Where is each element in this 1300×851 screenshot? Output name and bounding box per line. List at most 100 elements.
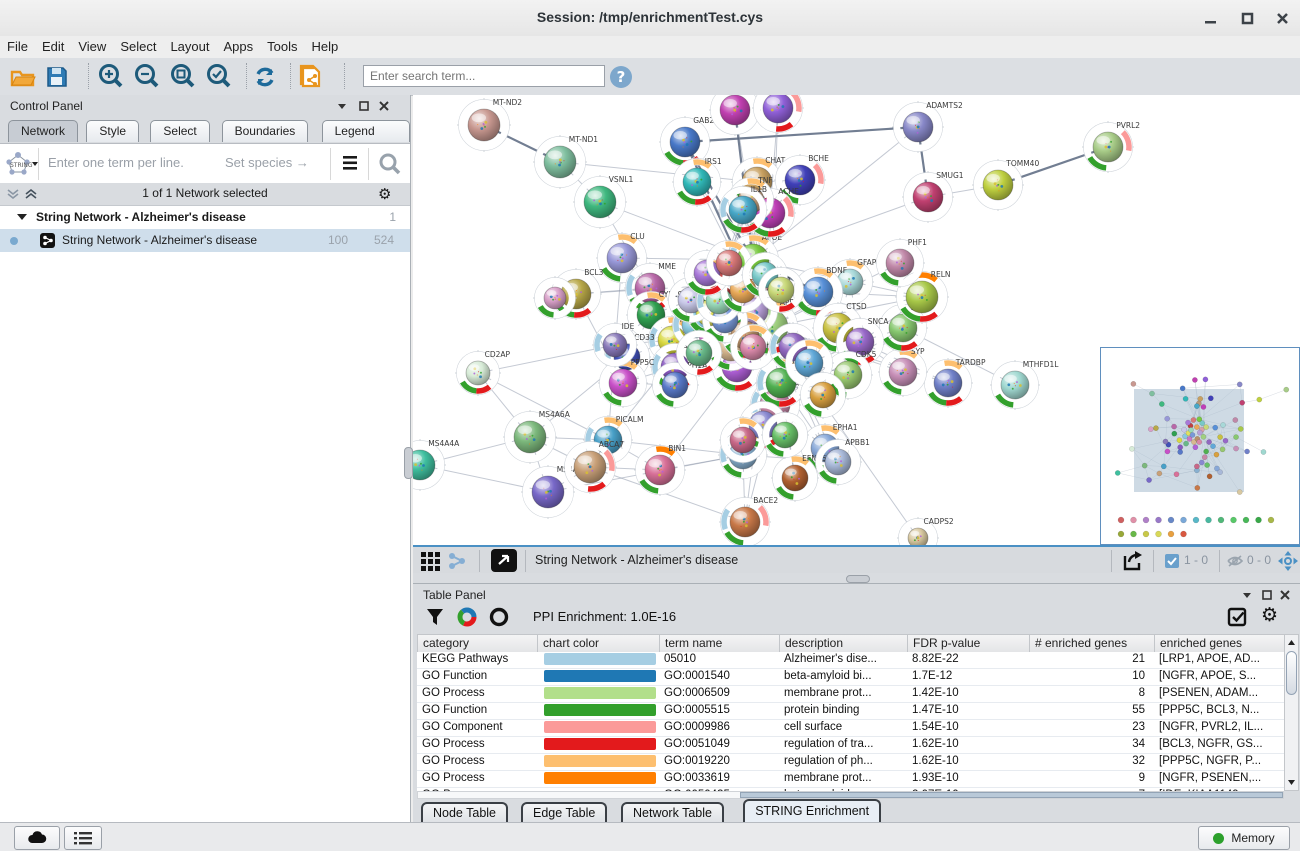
network-node[interactable]: TOMM40 (972, 159, 1039, 211)
network-node[interactable]: TARDBP (923, 358, 986, 408)
close-button[interactable] (1273, 8, 1293, 28)
network-node[interactable]: MTHFD1L (990, 360, 1059, 410)
network-node[interactable]: IL1B (718, 185, 768, 235)
panel-menu-icon[interactable] (336, 100, 348, 112)
refresh-icon[interactable] (250, 62, 280, 92)
birds-eye-view[interactable] (1100, 347, 1300, 545)
ring-chart-icon[interactable] (489, 607, 509, 627)
cloud-tasks-button[interactable] (14, 826, 60, 850)
horizontal-splitter[interactable] (413, 573, 1300, 583)
network-node[interactable]: ADAMTS2 (892, 101, 963, 153)
table-row[interactable]: GO ProcessGO:0006509membrane prot...1.42… (417, 686, 1284, 703)
column-header-4[interactable]: FDR p-value (908, 635, 1030, 653)
column-header-5[interactable]: # enriched genes (1030, 635, 1155, 653)
detach-view-icon[interactable] (491, 549, 517, 572)
network-node[interactable]: BACE2 (719, 496, 778, 545)
network-row-selected[interactable]: String Network - Alzheimer's disease 100… (0, 229, 410, 252)
export-view-icon[interactable] (1119, 549, 1145, 573)
table-row[interactable]: GO ProcessGO:0019220regulation of ph...1… (417, 754, 1284, 771)
tab-network[interactable]: Network (8, 120, 78, 142)
menu-view[interactable]: View (71, 36, 113, 57)
help-icon[interactable]: ? (606, 62, 636, 92)
tab-legend-panel[interactable]: Legend Panel (322, 120, 410, 142)
memory-button[interactable]: Memory (1198, 826, 1290, 850)
tab-style[interactable]: Style (86, 120, 139, 142)
menu-layout[interactable]: Layout (163, 36, 216, 57)
table-row[interactable]: GO ProcessGO:0051049regulation of tra...… (417, 737, 1284, 754)
zoom-out-icon[interactable] (132, 62, 162, 92)
tab-edge-table[interactable]: Edge Table (521, 802, 607, 822)
network-node[interactable]: CD2AP (455, 350, 511, 396)
panel-splitter-handle[interactable] (404, 447, 413, 479)
menu-file[interactable]: File (0, 36, 35, 57)
network-node[interactable]: CADPS2 (897, 517, 954, 545)
table-row[interactable]: GO ProcessGO:0033619membrane prot...1.93… (417, 771, 1284, 788)
share-view-icon[interactable] (447, 551, 467, 571)
grid-view-icon[interactable] (420, 551, 442, 571)
open-file-button[interactable] (8, 62, 38, 92)
table-vertical-scrollbar[interactable] (1284, 634, 1299, 791)
network-node[interactable]: BIN1 (634, 444, 686, 496)
table-float-icon[interactable] (1261, 589, 1273, 601)
set-species-label[interactable]: Set species → (225, 155, 309, 170)
tab-node-table[interactable]: Node Table (421, 802, 508, 822)
menu-help[interactable]: Help (305, 36, 346, 57)
column-header-6[interactable]: enriched genes (1155, 635, 1285, 653)
network-node[interactable]: VSNL1 (573, 175, 633, 229)
maximize-button[interactable] (1238, 8, 1258, 28)
menu-edit[interactable]: Edit (35, 36, 71, 57)
string-logo-icon[interactable]: STRING (4, 150, 38, 178)
select-columns-icon[interactable] (1227, 607, 1248, 628)
column-header-2[interactable]: term name (660, 635, 780, 653)
close-panel-icon[interactable] (378, 100, 390, 112)
table-settings-gear-icon[interactable]: ⚙ (1261, 604, 1278, 627)
string-query-placeholder[interactable]: Enter one term per line. (48, 155, 184, 170)
zoom-in-icon[interactable] (96, 62, 126, 92)
column-header-3[interactable]: description (780, 635, 908, 653)
network-canvas[interactable]: MT-ND2MT-ND1VSNL1CD2APMS4A6AMS4A4AMS4A4E… (413, 95, 1300, 545)
minimize-button[interactable] (1201, 8, 1221, 28)
network-node[interactable]: MS4A4A (413, 439, 460, 491)
zoom-selected-icon[interactable] (204, 62, 234, 92)
network-node[interactable]: MS4A6A (503, 410, 571, 464)
network-node[interactable]: PHF1 (875, 238, 927, 288)
network-collection-row[interactable]: String Network - Alzheimer's disease 1 (0, 206, 410, 229)
string-search-icon[interactable] (378, 152, 402, 176)
tab-string-enrichment[interactable]: STRING Enrichment (743, 799, 881, 822)
donut-chart-icon[interactable] (457, 607, 477, 627)
table-close-icon[interactable] (1279, 589, 1291, 601)
column-header-1[interactable]: chart color (538, 635, 660, 653)
menu-tools[interactable]: Tools (260, 36, 304, 57)
task-list-button[interactable] (64, 826, 102, 850)
zoom-fit-icon[interactable] (168, 62, 198, 92)
network-node[interactable] (709, 95, 761, 136)
import-network-icon[interactable] (296, 62, 326, 92)
filter-icon[interactable] (425, 607, 445, 627)
network-node[interactable]: PVRL2 (1082, 121, 1140, 173)
column-header-0[interactable]: category (418, 635, 538, 653)
tab-network-table[interactable]: Network Table (621, 802, 724, 822)
network-node[interactable]: MT-ND2 (457, 98, 522, 152)
table-panel-menu-icon[interactable] (1241, 589, 1253, 601)
menu-apps[interactable]: Apps (217, 36, 261, 57)
menu-select[interactable]: Select (113, 36, 163, 57)
save-session-button[interactable] (42, 62, 72, 92)
hidden-eye-icon[interactable] (1226, 553, 1244, 569)
network-panel-gear-icon[interactable]: ⚙ (378, 185, 391, 203)
search-input[interactable] (363, 65, 605, 87)
selected-checkbox-icon[interactable] (1164, 553, 1180, 569)
table-row[interactable]: GO FunctionGO:0005515protein binding1.47… (417, 703, 1284, 720)
tab-boundaries[interactable]: Boundaries (222, 120, 309, 142)
table-horizontal-scrollbar[interactable] (417, 791, 1284, 799)
network-node[interactable]: SYP (878, 347, 928, 397)
tab-select[interactable]: Select (150, 120, 209, 142)
network-node[interactable]: SMUG1 (902, 171, 964, 223)
table-row[interactable]: GO FunctionGO:0001540beta-amyloid bi...1… (417, 669, 1284, 686)
collection-expander-icon[interactable] (16, 211, 28, 223)
string-options-icon[interactable] (340, 153, 360, 173)
table-row[interactable]: GO ComponentGO:0009986cell surface1.54E-… (417, 720, 1284, 737)
float-panel-icon[interactable] (358, 100, 370, 112)
network-node[interactable] (752, 95, 804, 134)
table-row[interactable]: KEGG Pathways05010Alzheimer's dise...8.8… (417, 652, 1284, 669)
pan-tool-icon[interactable] (1277, 550, 1299, 572)
